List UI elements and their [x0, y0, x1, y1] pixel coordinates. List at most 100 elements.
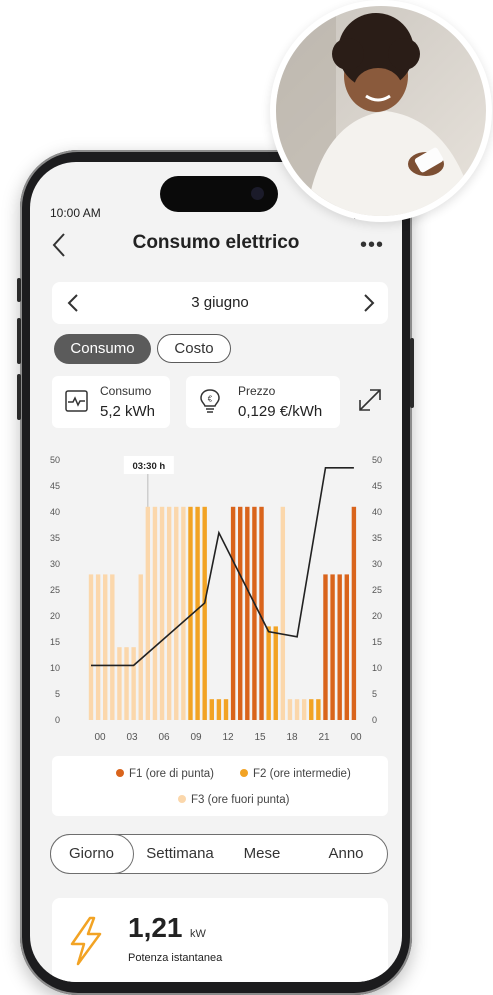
f3-dot-icon	[178, 795, 186, 803]
chart-bar-f2	[273, 626, 278, 720]
chart-bar-f3	[294, 699, 300, 720]
consumption-card: Consumo 5,2 kWh	[52, 376, 170, 428]
chart-bar-f3	[280, 506, 286, 720]
y-tick-right: 25	[372, 585, 382, 595]
chart-bar-f2	[316, 699, 321, 720]
y-tick-right: 15	[372, 637, 382, 647]
side-button-power	[410, 338, 414, 408]
current-date: 3 giugno	[191, 294, 249, 311]
chart-bar-f2	[209, 699, 214, 720]
chart-bar-f2	[216, 699, 222, 720]
chart-bar-f3	[88, 574, 94, 720]
more-options-icon[interactable]: •••	[360, 234, 384, 257]
next-day-chevron-icon[interactable]	[358, 292, 378, 314]
chart-bar-f1	[230, 506, 236, 720]
chart-bar-f2	[266, 626, 271, 720]
chart-bar-f3	[159, 506, 165, 720]
chart-bar-f3	[117, 647, 122, 720]
expand-icon[interactable]	[356, 386, 384, 419]
power-caption: Potenza istantanea	[128, 952, 223, 964]
y-tick-left: 25	[50, 585, 60, 595]
chart-bar-f1	[351, 506, 357, 720]
period-segmented-control: Giorno Settimana Mese Anno	[49, 833, 388, 874]
chart-bar-f3	[145, 506, 151, 720]
chart-bar-f2	[195, 506, 200, 720]
chart-trend-line	[91, 466, 354, 667]
chart-bar-f3	[174, 506, 179, 720]
chart-bar-f1	[330, 574, 335, 720]
power-unit: kW	[190, 928, 206, 940]
chart-bar-f1	[245, 506, 250, 720]
y-tick-left: 15	[50, 637, 60, 647]
date-navigator: 3 giugno	[52, 282, 388, 324]
price-label: Prezzo	[238, 384, 276, 398]
chart-bar-f3	[138, 574, 143, 720]
price-card: € Prezzo 0,129 €/kWh	[186, 376, 340, 428]
y-tick-right: 5	[372, 689, 377, 699]
meter-icon	[64, 388, 90, 419]
x-tick-label: 03	[126, 732, 138, 743]
x-tick-label: 00	[94, 732, 106, 743]
y-tick-right: 20	[372, 611, 382, 621]
legend-item-f1: F1 (ore di punta)	[116, 768, 214, 780]
legend-label-f1: F1 (ore di punta)	[129, 768, 215, 780]
side-button-volume-up	[17, 318, 21, 364]
x-tick-label: 18	[286, 732, 298, 743]
x-tick-label: 12	[222, 732, 234, 743]
lightbulb-euro-icon: €	[198, 388, 222, 421]
page-title: Consumo elettrico	[132, 232, 300, 253]
legend-item-f2: F2 (ore intermedie)	[240, 768, 351, 780]
side-button-silent	[17, 278, 21, 302]
legend-label-f2: F2 (ore intermedie)	[253, 768, 351, 780]
status-time: 10:00 AM	[50, 206, 101, 220]
chart-bar-f1	[344, 574, 349, 720]
tab-giorno[interactable]: Giorno	[49, 833, 134, 874]
y-tick-right: 35	[372, 533, 382, 543]
y-tick-left: 5	[55, 689, 60, 699]
y-tick-right: 0	[372, 715, 377, 725]
user-photo-avatar	[270, 0, 492, 222]
chart-bar-f1	[323, 574, 328, 720]
chart-legend: F1 (ore di punta) F2 (ore intermedie) F3…	[52, 756, 388, 816]
legend-item-f3: F3 (ore fuori punta)	[178, 794, 289, 806]
svg-text:€: €	[208, 395, 213, 404]
y-tick-left: 50	[50, 455, 60, 465]
price-value: 0,129 €/kWh	[238, 403, 323, 420]
tab-settimana[interactable]: Settimana	[135, 835, 225, 873]
y-tick-right: 30	[372, 559, 382, 569]
legend-label-f3: F3 (ore fuori punta)	[191, 794, 290, 806]
chart-bar-f3	[124, 647, 129, 720]
consumption-chart: 0 0 5 5 10 10 15 15 20 20 25 25 30 30 35 35 40 40 45 45 50 50…	[42, 446, 392, 746]
f1-dot-icon	[116, 769, 124, 777]
chart-svg: 0 05 510 1015 1520 2025 2530 3035 3540 4045 4550 50…	[50, 455, 382, 743]
chart-bar-f3	[103, 574, 108, 720]
tooltip-label: 03:30 h	[132, 461, 165, 472]
chart-bar-f2	[309, 699, 314, 720]
chart-bar-f2	[223, 699, 229, 720]
chart-bar-f3	[152, 506, 158, 720]
y-tick-left: 10	[50, 663, 60, 673]
chart-bar-f3	[131, 647, 136, 720]
f2-dot-icon	[240, 769, 248, 777]
instant-power-card: 1,21 kW Potenza istantanea	[52, 898, 388, 982]
y-tick-left: 30	[50, 559, 60, 569]
tab-anno[interactable]: Anno	[313, 835, 379, 873]
phone-screen: 10:00 AM Consumo elettrico ••• 3 giugno …	[30, 162, 402, 982]
y-tick-left: 0	[55, 715, 60, 725]
chart-bar-f3	[301, 699, 307, 720]
consumo-toggle-button[interactable]: Consumo	[54, 334, 151, 364]
y-tick-right: 50	[372, 455, 382, 465]
costo-toggle-button[interactable]: Costo	[157, 334, 231, 363]
tab-mese[interactable]: Mese	[229, 835, 295, 873]
side-button-volume-down	[17, 374, 21, 420]
y-tick-left: 35	[50, 533, 60, 543]
chart-bar-f3	[110, 574, 115, 720]
x-tick-label: 06	[158, 732, 170, 743]
y-tick-right: 40	[372, 507, 382, 517]
consumption-value: 5,2 kWh	[100, 403, 156, 420]
lightning-bolt-icon	[66, 916, 106, 971]
chart-bar-f3	[95, 574, 101, 720]
y-tick-right: 45	[372, 481, 382, 491]
y-tick-right: 10	[372, 663, 382, 673]
x-tick-label: 09	[190, 732, 202, 743]
